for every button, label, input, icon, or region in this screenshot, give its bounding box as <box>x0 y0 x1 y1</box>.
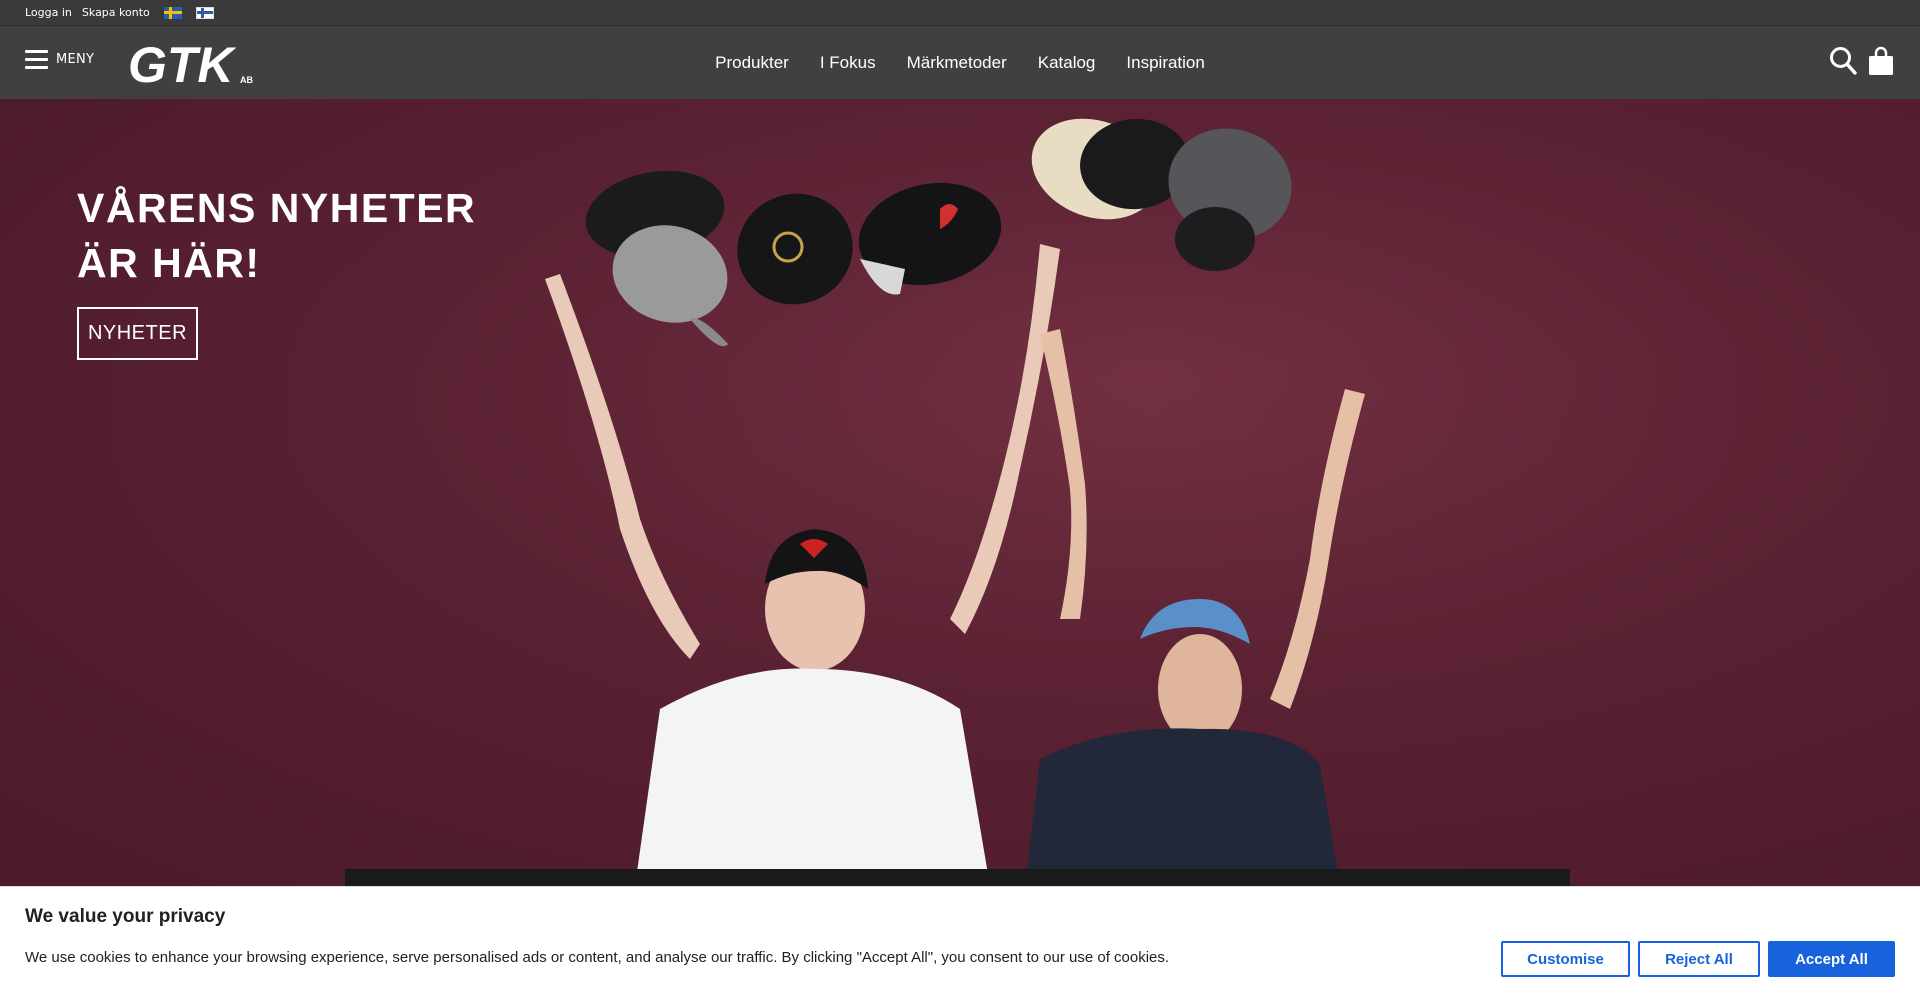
hero-title: VÅRENS NYHETER ÄR HÄR! <box>77 181 476 291</box>
create-account-link[interactable]: Skapa konto <box>82 6 150 19</box>
accept-all-button[interactable]: Accept All <box>1768 941 1895 977</box>
search-icon[interactable] <box>1829 46 1857 76</box>
menu-button[interactable]: MENY <box>25 50 94 69</box>
main-nav: Produkter I Fokus Märkmetoder Katalog In… <box>0 26 1920 99</box>
menu-label: MENY <box>56 52 95 67</box>
swedish-flag-icon[interactable] <box>163 6 182 19</box>
hero-title-line1: VÅRENS NYHETER <box>77 185 477 231</box>
nav-markmetoder[interactable]: Märkmetoder <box>907 53 1007 73</box>
top-utility-bar: Logga in Skapa konto <box>0 0 1920 26</box>
nav-inspiration[interactable]: Inspiration <box>1126 53 1204 73</box>
login-link[interactable]: Logga in <box>25 6 72 19</box>
cookie-banner: We value your privacy We use cookies to … <box>0 886 1920 993</box>
finnish-flag-icon[interactable] <box>195 6 214 19</box>
reject-all-button[interactable]: Reject All <box>1638 941 1760 977</box>
nav-katalog[interactable]: Katalog <box>1038 53 1096 73</box>
cookie-text: We use cookies to enhance your browsing … <box>25 949 1170 966</box>
hero-title-line2: ÄR HÄR! <box>77 240 261 286</box>
main-header: MENY GTK AB Produkter I Fokus Märkmetode… <box>0 26 1920 99</box>
couch <box>345 869 1570 886</box>
logo-text: GTK <box>128 38 237 88</box>
nav-i-fokus[interactable]: I Fokus <box>820 53 876 73</box>
header-icons <box>1829 46 1895 76</box>
customise-button[interactable]: Customise <box>1501 941 1630 977</box>
gtk-logo[interactable]: GTK AB <box>126 38 270 88</box>
hero-banner: VÅRENS NYHETER ÄR HÄR! NYHETER <box>0 99 1920 886</box>
nyheter-button[interactable]: NYHETER <box>77 307 198 360</box>
shopping-bag-icon[interactable] <box>1867 46 1895 76</box>
nav-produkter[interactable]: Produkter <box>715 53 789 73</box>
logo-suffix: AB <box>240 75 253 85</box>
hamburger-icon <box>25 50 48 69</box>
cookie-title: We value your privacy <box>25 906 226 927</box>
